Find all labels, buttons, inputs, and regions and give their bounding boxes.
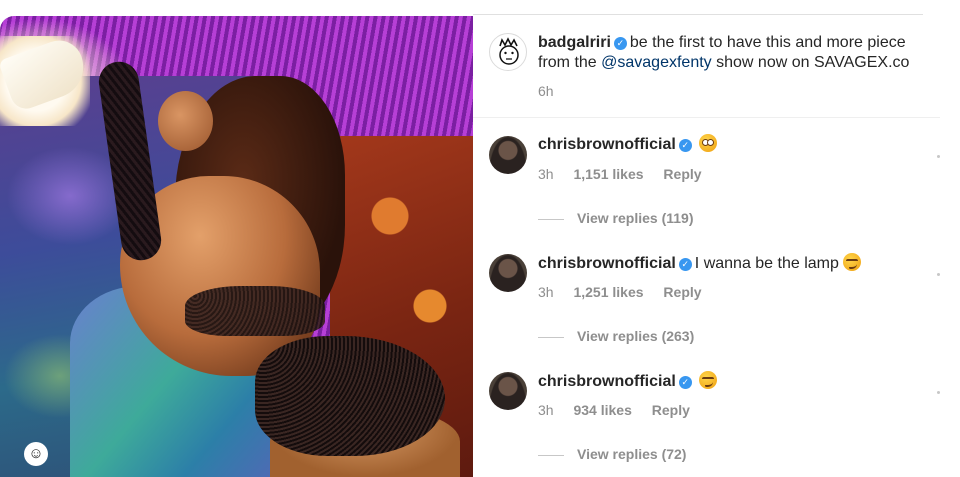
caption-username[interactable]: badgalriri [538,34,611,51]
caption-meta: 6h [538,83,570,99]
smirking-face-emoji-icon [699,371,718,389]
verified-icon: ✓ [678,139,692,152]
comments-panel: badgalriri ✓ be the first to have this and… [473,0,960,477]
post-caption-line2: from the @savagexfenty show now on SAVAG… [538,52,909,73]
view-replies-label: View replies (263) [577,328,695,344]
post-photo[interactable]: ☺ [0,16,473,477]
avatar[interactable] [489,33,527,71]
caption-text-2: from the [538,54,597,71]
reply-button[interactable]: Reply [663,284,701,300]
comment-meta: 3h 1,251 likes Reply [538,284,718,300]
verified-icon: ✓ [678,376,692,389]
post-caption: badgalriri ✓ be the first to have this and… [538,32,906,53]
comment-likes[interactable]: 1,251 likes [573,284,643,300]
reply-button[interactable]: Reply [652,402,690,418]
verified-icon: ✓ [678,258,692,271]
view-replies-label: View replies (119) [577,210,694,226]
comment-options-icon[interactable] [937,155,940,158]
comment-username[interactable]: chrisbrownofficial [538,373,676,390]
avatar-sketch-face-icon [499,37,519,65]
avatar[interactable] [489,136,527,174]
photo-lace-bottom [255,336,445,456]
top-divider [473,14,923,15]
smirking-face-emoji-icon [843,253,862,271]
caption-text-3: show now on SAVAGEX.co [716,54,910,71]
comment-time[interactable]: 3h [538,284,554,300]
avatar[interactable] [489,372,527,410]
photo-face [158,91,213,151]
comment-row: chrisbrownofficial ✓ [538,371,718,392]
view-replies-label: View replies (72) [577,446,687,462]
view-replies-button[interactable]: View replies (72) [538,446,686,462]
comment-text: I wanna be the lamp [694,255,839,272]
comment-time[interactable]: 3h [538,402,554,418]
replies-dash [538,218,564,220]
view-replies-button[interactable]: View replies (263) [538,328,694,344]
verified-icon: ✓ [613,37,627,50]
comment-time[interactable]: 3h [538,166,554,182]
comment-row: chrisbrownofficial ✓ I wanna be the lamp [538,253,862,274]
caption-text-1: be the first to have this and more piece [629,34,906,51]
comment-username[interactable]: chrisbrownofficial [538,136,676,153]
reply-button[interactable]: Reply [663,166,701,182]
comment-meta: 3h 934 likes Reply [538,402,706,418]
comment-options-icon[interactable] [937,273,940,276]
caption-divider [473,117,940,118]
view-replies-button[interactable]: View replies (119) [538,210,693,226]
comment-options-icon[interactable] [937,391,940,394]
avatar[interactable] [489,254,527,292]
tagged-users-icon[interactable]: ☺ [24,442,48,466]
replies-dash [538,336,564,338]
comment-row: chrisbrownofficial ✓ [538,134,718,155]
flushed-face-emoji-icon [699,134,718,152]
comment-meta: 3h 1,151 likes Reply [538,166,718,182]
replies-dash [538,454,564,456]
photo-lace-top [185,286,325,336]
caption-mention-link[interactable]: @savagexfenty [601,54,712,71]
comment-likes[interactable]: 1,151 likes [573,166,643,182]
caption-timestamp[interactable]: 6h [538,83,554,99]
comment-username[interactable]: chrisbrownofficial [538,255,676,272]
comment-likes[interactable]: 934 likes [573,402,631,418]
